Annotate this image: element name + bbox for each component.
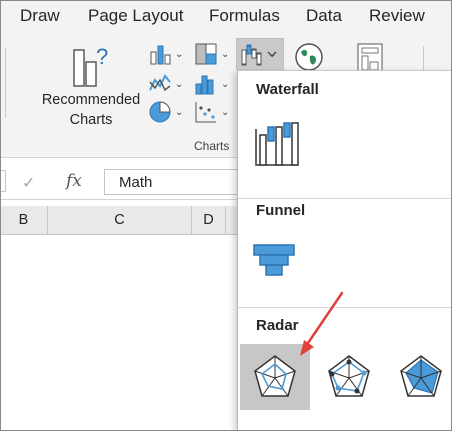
annotation-arrow xyxy=(300,291,344,356)
